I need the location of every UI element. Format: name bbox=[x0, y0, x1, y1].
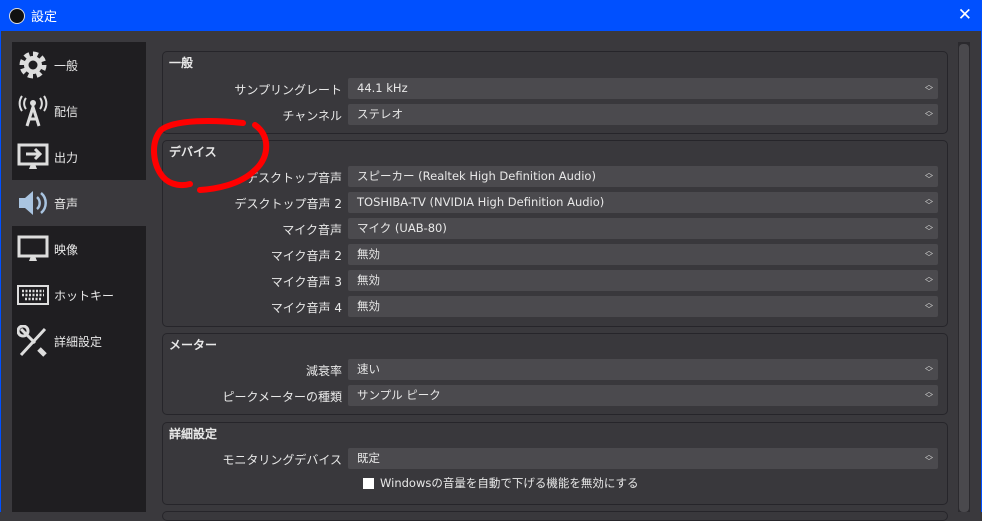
row-label: 減衰率 bbox=[305, 364, 342, 378]
updown-icon: ︿ ﹀ bbox=[925, 220, 933, 236]
row-label: モニタリングデバイス bbox=[222, 453, 342, 467]
updown-icon: ︿ ﹀ bbox=[925, 361, 933, 377]
window-title: 設定 bbox=[31, 10, 58, 25]
device-row: マイク音声 2 無効 ︿ ﹀ bbox=[163, 244, 947, 265]
row-label: マイク音声 4 bbox=[270, 301, 342, 315]
select-value: 無効 bbox=[357, 247, 380, 261]
tools-icon bbox=[16, 324, 50, 358]
select-value: ステレオ bbox=[357, 107, 403, 121]
mic-audio-3-select[interactable]: 無効 ︿ ﹀ bbox=[348, 270, 938, 291]
sidebar-item-stream[interactable]: 配信 bbox=[12, 88, 146, 134]
select-value: 無効 bbox=[357, 273, 380, 287]
sidebar: 一般 配信 出力 音声 映像 ホットキー 詳細設定 bbox=[12, 42, 146, 512]
mic-audio-2-select[interactable]: 無効 ︿ ﹀ bbox=[348, 244, 938, 265]
device-row: マイク音声 3 無効 ︿ ﹀ bbox=[163, 270, 947, 291]
settings-content: 一般 サンプリングレート 44.1 kHz ︿ ﹀ チャンネル ステレオ ︿ ﹀ デバイス … bbox=[148, 42, 954, 521]
gear-icon bbox=[16, 48, 50, 82]
row-label: マイク音声 3 bbox=[270, 275, 342, 289]
device-row: デスクトップ音声 2 TOSHIBA-TV (NVIDIA High Defini… bbox=[163, 192, 947, 213]
channel-select[interactable]: ステレオ ︿ ﹀ bbox=[348, 104, 938, 125]
select-value: スピーカー (Realtek High Definition Audio) bbox=[357, 169, 596, 183]
sidebar-item-general[interactable]: 一般 bbox=[12, 42, 146, 88]
updown-icon: ︿ ﹀ bbox=[925, 246, 933, 262]
updown-icon: ︿ ﹀ bbox=[925, 80, 933, 96]
group-title: 詳細設定 bbox=[169, 427, 218, 441]
monitoring-row: モニタリングデバイス 既定 ︿ ﹀ bbox=[163, 448, 947, 469]
device-row: マイク音声 マイク (UAB-80) ︿ ﹀ bbox=[163, 218, 947, 239]
devices-group: デバイス デスクトップ音声 スピーカー (Realtek High Definit… bbox=[162, 140, 948, 327]
checkbox-label[interactable]: Windowsの音量を自動で下げる機能を無効にする bbox=[380, 475, 638, 491]
advanced-group: 詳細設定 モニタリングデバイス 既定 ︿ ﹀ Windowsの音量を自動で下げる機能を… bbox=[162, 422, 948, 505]
general-group: 一般 サンプリングレート 44.1 kHz ︿ ﹀ チャンネル ステレオ ︿ ﹀ bbox=[162, 51, 948, 134]
peak-meter-type-select[interactable]: サンプル ピーク ︿ ﹀ bbox=[348, 385, 938, 406]
updown-icon: ︿ ﹀ bbox=[925, 387, 933, 403]
speaker-icon bbox=[16, 186, 50, 220]
sidebar-item-advanced[interactable]: 詳細設定 bbox=[12, 318, 146, 364]
keyboard-icon bbox=[16, 278, 50, 312]
obs-logo-icon bbox=[9, 7, 25, 24]
meter-group: メーター 減衰率 速い ︿ ﹀ ピークメーターの種類 サンプル ピーク ︿ ﹀ bbox=[162, 333, 948, 415]
title-bar: 設定 ✕ bbox=[0, 0, 982, 31]
updown-icon: ︿ ﹀ bbox=[925, 194, 933, 210]
select-value: 無効 bbox=[357, 299, 380, 313]
select-value: サンプル ピーク bbox=[357, 388, 441, 402]
group-title: 一般 bbox=[169, 56, 194, 70]
row-label: ピークメーターの種類 bbox=[222, 390, 342, 404]
sample-rate-row: サンプリングレート 44.1 kHz ︿ ﹀ bbox=[163, 78, 947, 99]
monitoring-device-select[interactable]: 既定 ︿ ﹀ bbox=[348, 448, 938, 469]
scrollbar[interactable] bbox=[958, 42, 970, 512]
device-row: マイク音声 4 無効 ︿ ﹀ bbox=[163, 296, 947, 317]
sidebar-item-output[interactable]: 出力 bbox=[12, 134, 146, 180]
desktop-audio-2-select[interactable]: TOSHIBA-TV (NVIDIA High Definition Audio… bbox=[348, 192, 938, 213]
updown-icon: ︿ ﹀ bbox=[925, 272, 933, 288]
updown-icon: ︿ ﹀ bbox=[925, 168, 933, 184]
select-value: マイク (UAB-80) bbox=[357, 221, 447, 235]
select-value: TOSHIBA-TV (NVIDIA High Definition Audio… bbox=[357, 195, 605, 209]
sidebar-item-video[interactable]: 映像 bbox=[12, 226, 146, 272]
monitor-icon bbox=[16, 232, 50, 266]
decay-row: 減衰率 速い ︿ ﹀ bbox=[163, 359, 947, 380]
mic-audio-select[interactable]: マイク (UAB-80) ︿ ﹀ bbox=[348, 218, 938, 239]
close-button[interactable]: ✕ bbox=[958, 5, 972, 25]
row-label: チャンネル bbox=[282, 109, 342, 123]
sidebar-item-hotkeys[interactable]: ホットキー bbox=[12, 272, 146, 318]
output-icon bbox=[16, 140, 50, 174]
channel-row: チャンネル ステレオ ︿ ﹀ bbox=[163, 104, 947, 125]
decay-rate-select[interactable]: 速い ︿ ﹀ bbox=[348, 359, 938, 380]
updown-icon: ︿ ﹀ bbox=[925, 106, 933, 122]
scrollbar-thumb[interactable] bbox=[959, 44, 969, 512]
row-label: サンプリングレート bbox=[234, 83, 342, 97]
updown-icon: ︿ ﹀ bbox=[925, 298, 933, 314]
select-value: 44.1 kHz bbox=[357, 81, 408, 95]
row-label: マイク音声 2 bbox=[270, 249, 342, 263]
sample-rate-select[interactable]: 44.1 kHz ︿ ﹀ bbox=[348, 78, 938, 99]
select-value: 速い bbox=[357, 362, 380, 376]
updown-icon: ︿ ﹀ bbox=[925, 450, 933, 466]
device-row: デスクトップ音声 スピーカー (Realtek High Definition A… bbox=[163, 166, 947, 187]
sidebar-item-audio[interactable]: 音声 bbox=[12, 180, 146, 226]
select-value: 既定 bbox=[357, 451, 380, 465]
disable-ducking-checkbox[interactable] bbox=[363, 478, 374, 489]
peak-type-row: ピークメーターの種類 サンプル ピーク ︿ ﹀ bbox=[163, 385, 947, 406]
row-label: マイク音声 bbox=[282, 223, 342, 237]
red-circle-annotation bbox=[151, 118, 270, 193]
mic-audio-4-select[interactable]: 無効 ︿ ﹀ bbox=[348, 296, 938, 317]
group-title: メーター bbox=[169, 338, 218, 352]
broadcast-icon bbox=[16, 94, 50, 128]
next-group bbox=[162, 511, 948, 521]
desktop-audio-select[interactable]: スピーカー (Realtek High Definition Audio) ︿ ﹀ bbox=[348, 166, 938, 187]
